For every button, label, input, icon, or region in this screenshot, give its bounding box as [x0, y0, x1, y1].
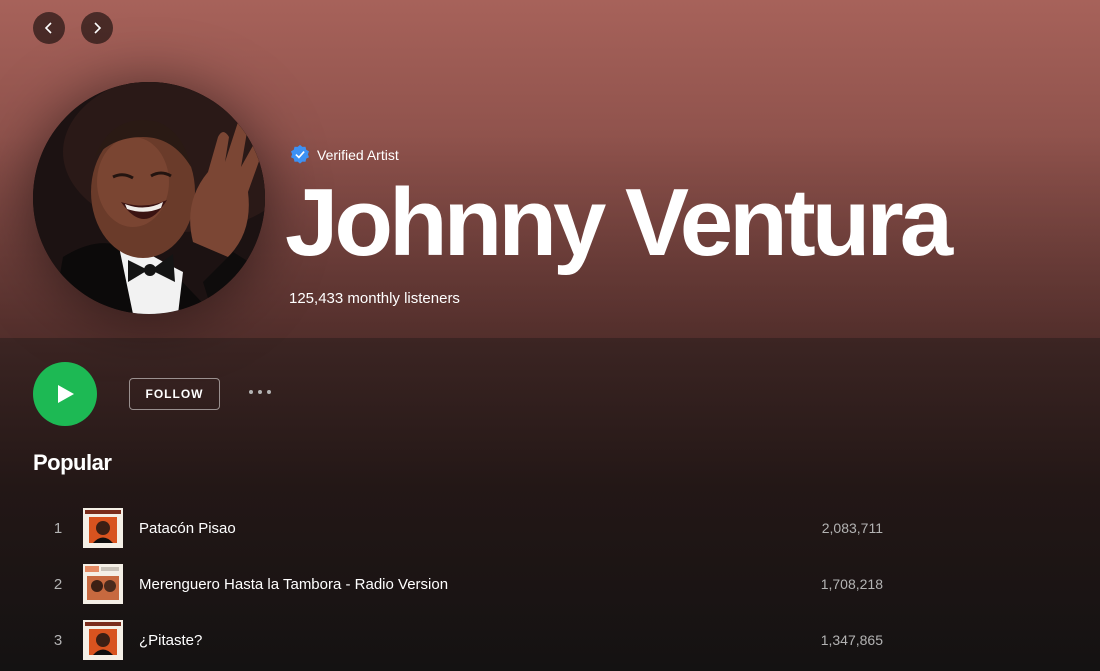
- album-cover: [83, 564, 123, 604]
- play-button[interactable]: [33, 362, 97, 426]
- album-cover: [83, 508, 123, 548]
- track-play-count: 1,708,218: [820, 576, 883, 592]
- verified-label: Verified Artist: [317, 147, 399, 163]
- track-number: 3: [53, 631, 63, 649]
- popular-track-list: 1 Patacón Pisao 2,083,711 2 Merenguero H…: [33, 500, 913, 668]
- forward-button[interactable]: [81, 12, 113, 44]
- popular-heading: Popular: [33, 450, 112, 475]
- artist-name: Johnny Ventura: [285, 169, 953, 276]
- verified-artist-badge: Verified Artist: [289, 144, 399, 166]
- track-row[interactable]: 1 Patacón Pisao 2,083,711: [33, 500, 913, 556]
- artist-avatar: [33, 82, 265, 314]
- more-options-button[interactable]: [244, 380, 276, 404]
- more-options-icon: [249, 390, 253, 394]
- track-title: ¿Pitaste?: [139, 631, 203, 649]
- follow-button[interactable]: FOLLOW: [129, 378, 220, 410]
- track-play-count: 2,083,711: [821, 520, 883, 536]
- back-button[interactable]: [33, 12, 65, 44]
- track-number: 2: [53, 575, 63, 593]
- track-row[interactable]: 2 Merenguero Hasta la Tambora - Radio Ve…: [33, 556, 913, 612]
- chevron-left-icon: [44, 22, 52, 34]
- track-title: Merenguero Hasta la Tambora - Radio Vers…: [139, 575, 449, 593]
- track-row[interactable]: 3 ¿Pitaste? 1,347,865: [33, 612, 913, 668]
- track-play-count: 1,347,865: [820, 632, 883, 648]
- chevron-right-icon: [94, 22, 102, 34]
- track-number: 1: [53, 519, 63, 537]
- artist-photo: [33, 82, 265, 314]
- monthly-listeners: 125,433 monthly listeners: [289, 290, 460, 307]
- album-cover: [83, 620, 123, 660]
- play-icon: [58, 385, 74, 403]
- verified-badge-icon: [291, 144, 309, 164]
- track-title: Patacón Pisao: [139, 519, 236, 537]
